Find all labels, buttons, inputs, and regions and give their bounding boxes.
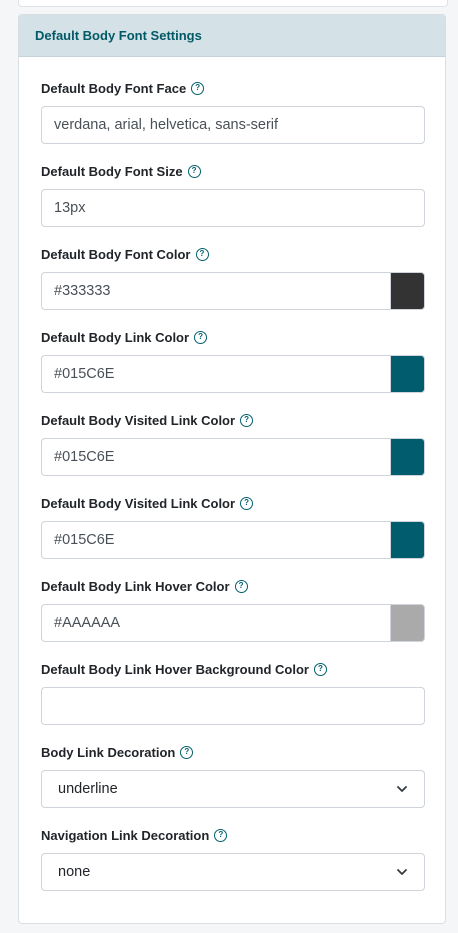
font-face-field: Default Body Font Face ? verdana, arial,… <box>41 79 425 162</box>
question-circle-icon[interactable]: ? <box>240 496 254 510</box>
body-link-decoration-select[interactable]: underline <box>41 770 425 808</box>
visited-link-color-label-2: Default Body Visited Link Color <box>41 495 236 511</box>
font-settings-panel: Default Body Font Settings Default Body … <box>18 14 446 924</box>
link-hover-color-field: Default Body Link Hover Color ? #AAAAAA <box>41 577 425 660</box>
font-face-label: Default Body Font Face <box>41 80 187 96</box>
panel-title: Default Body Font Settings <box>35 28 202 43</box>
question-circle-icon[interactable]: ? <box>313 662 327 676</box>
visited-link-color-input-2[interactable]: #015C6E <box>41 521 390 559</box>
link-hover-color-input[interactable]: #AAAAAA <box>41 604 390 642</box>
previous-panel-edge <box>18 0 448 7</box>
nav-link-decoration-value: none <box>58 864 91 880</box>
link-hover-bg-input[interactable] <box>41 687 425 725</box>
link-color-field: Default Body Link Color ? #015C6E <box>41 328 425 411</box>
panel-header[interactable]: Default Body Font Settings <box>19 15 445 57</box>
body-link-decoration-label: Body Link Decoration <box>41 744 176 760</box>
link-color-label: Default Body Link Color <box>41 329 190 345</box>
link-color-input[interactable]: #015C6E <box>41 355 390 393</box>
link-color-swatch[interactable] <box>390 355 425 393</box>
link-hover-bg-field: Default Body Link Hover Background Color… <box>41 660 425 743</box>
nav-link-decoration-field: Navigation Link Decoration ? none <box>41 826 425 909</box>
visited-link-color-swatch[interactable] <box>390 438 425 476</box>
visited-link-color-label: Default Body Visited Link Color <box>41 412 236 428</box>
visited-link-color-swatch-2[interactable] <box>390 521 425 559</box>
question-circle-icon[interactable]: ? <box>187 164 201 178</box>
question-circle-icon[interactable]: ? <box>180 745 194 759</box>
link-hover-color-label: Default Body Link Hover Color <box>41 578 230 594</box>
font-color-input[interactable]: #333333 <box>41 272 390 310</box>
question-circle-icon[interactable]: ? <box>234 579 248 593</box>
link-hover-color-swatch[interactable] <box>390 604 425 642</box>
font-size-field: Default Body Font Size ? 13px <box>41 162 425 245</box>
nav-link-decoration-label: Navigation Link Decoration <box>41 827 210 843</box>
question-circle-icon[interactable]: ? <box>195 247 209 261</box>
body-link-decoration-value: underline <box>58 781 118 797</box>
font-color-swatch[interactable] <box>390 272 425 310</box>
question-circle-icon[interactable]: ? <box>194 330 208 344</box>
font-size-input[interactable]: 13px <box>41 189 425 227</box>
question-circle-icon[interactable]: ? <box>191 81 205 95</box>
font-size-label: Default Body Font Size <box>41 163 183 179</box>
nav-link-decoration-select[interactable]: none <box>41 853 425 891</box>
question-circle-icon[interactable]: ? <box>214 828 228 842</box>
body-link-decoration-field: Body Link Decoration ? underline <box>41 743 425 826</box>
chevron-down-icon <box>397 869 407 875</box>
font-color-field: Default Body Font Color ? #333333 <box>41 245 425 328</box>
visited-link-color-field: Default Body Visited Link Color ? #015C6… <box>41 411 425 494</box>
font-color-label: Default Body Font Color <box>41 246 191 262</box>
question-circle-icon[interactable]: ? <box>240 413 254 427</box>
visited-link-color-input[interactable]: #015C6E <box>41 438 390 476</box>
visited-link-color-field-2: Default Body Visited Link Color ? #015C6… <box>41 494 425 577</box>
link-hover-bg-label: Default Body Link Hover Background Color <box>41 661 309 677</box>
font-face-input[interactable]: verdana, arial, helvetica, sans-serif <box>41 106 425 144</box>
chevron-down-icon <box>397 786 407 792</box>
